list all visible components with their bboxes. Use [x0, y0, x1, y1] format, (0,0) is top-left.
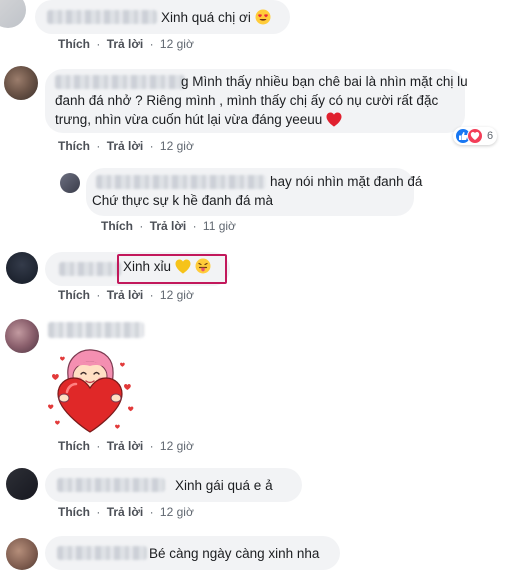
reaction-count-pill[interactable]: 6: [453, 127, 498, 145]
comment-time[interactable]: 12 giờ: [160, 288, 194, 302]
love-icon: [467, 128, 483, 144]
commenter-name-blurred[interactable]: [57, 478, 165, 492]
reply-button[interactable]: Trả lời: [107, 439, 144, 453]
comment-actions: Thích · Trả lời · 12 giờ: [58, 139, 194, 153]
comment-bubble: Xinh gái quá e ả: [45, 468, 302, 502]
comment-bubble: Bé càng ngày càng xinh nha: [45, 536, 340, 570]
comment-text: Xinh gái quá e ả: [175, 478, 273, 493]
like-button[interactable]: Thích: [58, 505, 90, 519]
commenter-name-blurred[interactable]: [47, 10, 157, 24]
comment-actions: Thích · Trả lời · 12 giờ: [58, 505, 194, 519]
red-heart-emoji-icon: [326, 112, 342, 127]
comment-text: g Mình thấy nhiều bạn chê bai là nhìn mặ…: [181, 74, 468, 89]
avatar[interactable]: [6, 252, 38, 284]
reply-button[interactable]: Trả lời: [107, 37, 144, 51]
avatar[interactable]: [5, 319, 39, 353]
heart-eyes-emoji-icon: [255, 9, 271, 25]
comment-time[interactable]: 12 giờ: [160, 139, 194, 153]
comment-text: trưng, nhìn vừa cuốn hút lại vừa đáng ye…: [55, 112, 323, 127]
comment-time[interactable]: 12 giờ: [160, 37, 194, 51]
like-button[interactable]: Thích: [58, 37, 90, 51]
comment-time[interactable]: 12 giờ: [160, 505, 194, 519]
comment-bubble: g Mình thấy nhiều bạn chê bai là nhìn mặ…: [45, 69, 468, 133]
comment-text: Xinh xỉu: [123, 259, 172, 274]
comment-text: Bé càng ngày càng xinh nha: [149, 546, 320, 561]
comment-actions: Thích · Trả lời · 12 giờ: [58, 439, 194, 453]
yellow-heart-emoji-icon: [175, 259, 191, 274]
avatar[interactable]: [6, 468, 38, 500]
comment-time[interactable]: 12 giờ: [160, 439, 194, 453]
comment-text: đanh đá nhở ? Riêng mình , mình thấy chị…: [55, 93, 439, 108]
avatar[interactable]: [60, 173, 80, 193]
avatar[interactable]: [4, 66, 38, 100]
comment-text: Xinh quá chị ơi: [161, 10, 251, 25]
like-button[interactable]: Thích: [101, 219, 133, 233]
like-button[interactable]: Thích: [58, 439, 90, 453]
avatar[interactable]: [0, 0, 26, 28]
reply-button[interactable]: Trả lời: [107, 505, 144, 519]
comment-actions: Thích · Trả lời · 11 giờ: [101, 219, 236, 233]
reply-button[interactable]: Trả lời: [150, 219, 187, 233]
comment-time[interactable]: 11 giờ: [203, 219, 236, 233]
commenter-name-blurred[interactable]: [48, 322, 144, 338]
comment-text: hay nói nhìn mặt đanh đá: [270, 174, 423, 189]
reply-button[interactable]: Trả lời: [107, 139, 144, 153]
commenter-name-blurred[interactable]: [57, 546, 147, 560]
reply-button[interactable]: Trả lời: [107, 288, 144, 302]
reply-bubble: hay nói nhìn mặt đanh đá Chứ thực sự k h…: [86, 168, 422, 216]
comment-bubble: Xinh quá chị ơi: [35, 0, 290, 34]
avatar[interactable]: [6, 538, 38, 570]
like-button[interactable]: Thích: [58, 139, 90, 153]
commenter-name-blurred[interactable]: [55, 75, 185, 89]
commenter-name-blurred[interactable]: [96, 175, 266, 189]
comment-actions: Thích · Trả lời · 12 giờ: [58, 37, 194, 51]
comment-text: Chứ thực sự k hề đanh đá mà: [92, 193, 273, 208]
like-button[interactable]: Thích: [58, 288, 90, 302]
tongue-out-emoji-icon: [195, 258, 211, 274]
commenter-name-blurred[interactable]: [59, 262, 121, 276]
comment-actions: Thích · Trả lời · 12 giờ: [58, 288, 194, 302]
reaction-count: 6: [487, 130, 494, 142]
girl-holding-heart-sticker[interactable]: [40, 346, 140, 434]
